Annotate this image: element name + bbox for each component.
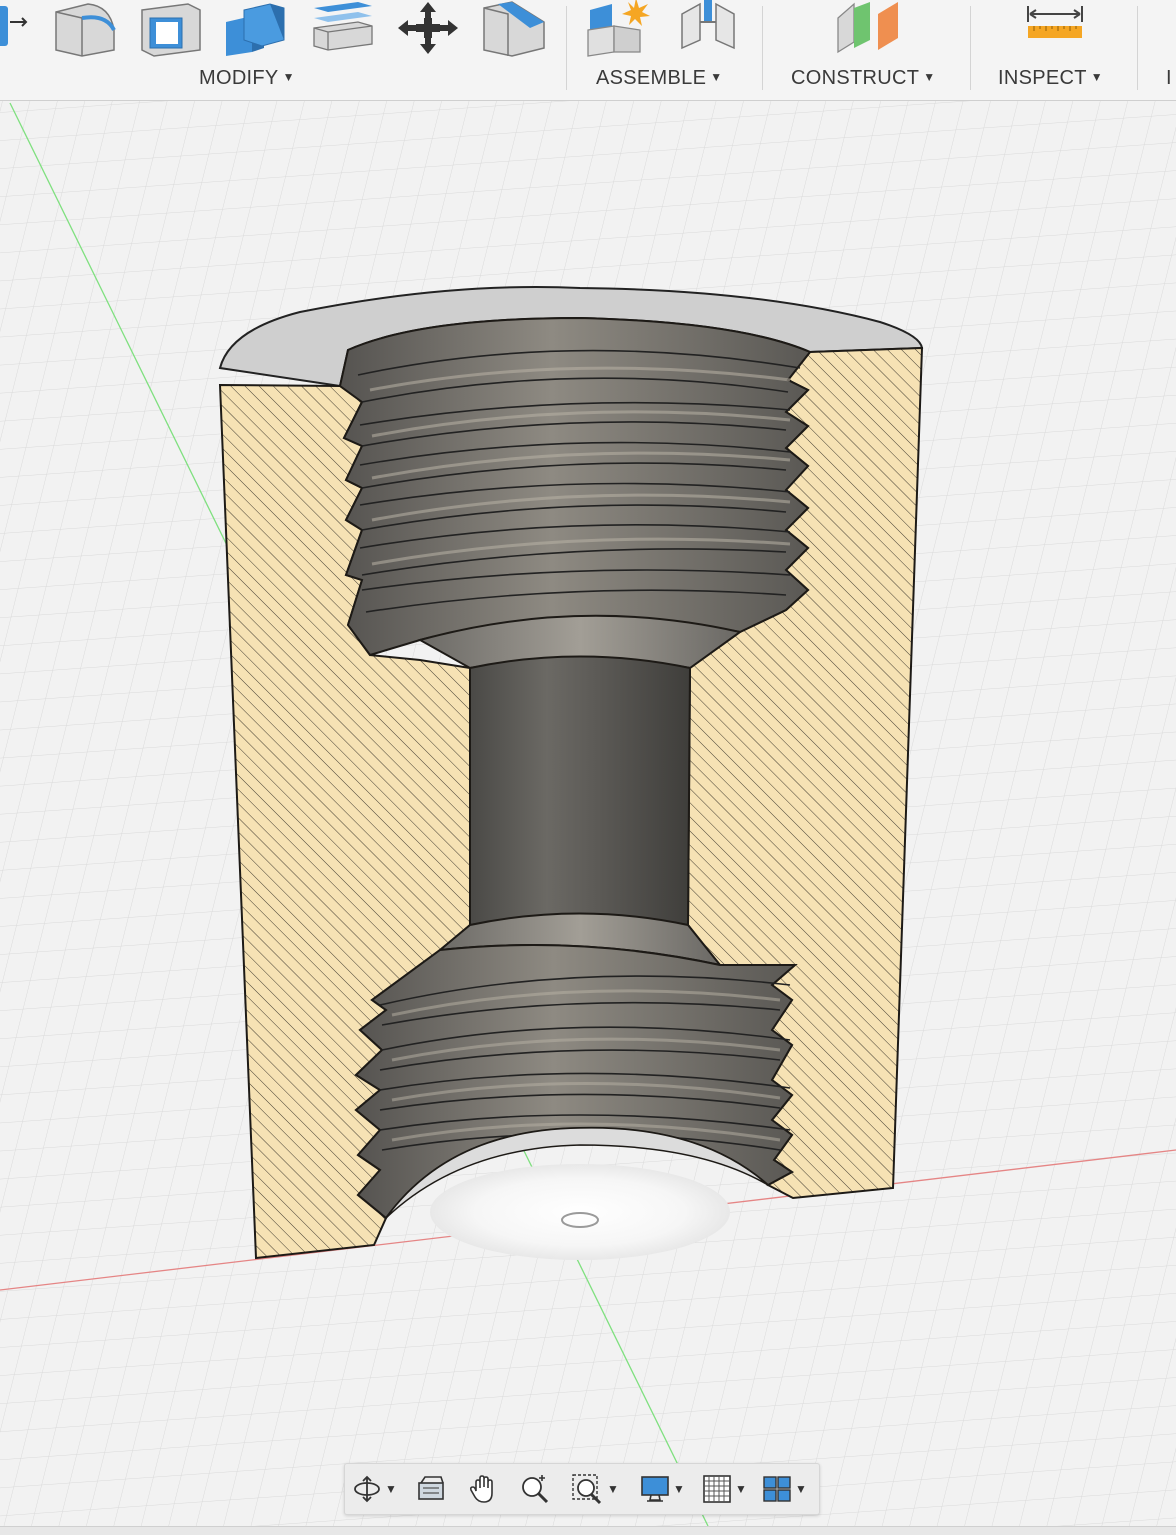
chevron-down-icon: ▼ bbox=[923, 70, 936, 84]
sketch-edge-icon[interactable] bbox=[0, 0, 40, 58]
move-icon[interactable] bbox=[394, 0, 462, 58]
chamfer-icon[interactable] bbox=[478, 0, 550, 58]
display-settings-button[interactable]: ▼ bbox=[639, 1470, 685, 1508]
chevron-down-icon[interactable]: ▼ bbox=[607, 1482, 619, 1496]
center-bore bbox=[469, 655, 692, 927]
chevron-down-icon[interactable]: ▼ bbox=[673, 1482, 685, 1496]
modify-menu[interactable]: MODIFY ▼ bbox=[199, 67, 295, 90]
chevron-down-icon[interactable]: ▼ bbox=[385, 1482, 397, 1496]
look-at-icon bbox=[418, 1476, 444, 1500]
toolbar: MODIFY ▼ ASSEMBLE ▼ CONSTRUCT ▼ INSPECT ▼ bbox=[0, 0, 1176, 101]
zoom-window-button[interactable]: ▼ bbox=[571, 1470, 619, 1508]
orbit-button[interactable]: ▼ bbox=[351, 1470, 397, 1508]
chevron-down-icon: ▼ bbox=[1090, 70, 1103, 84]
toolbar-divider bbox=[1137, 6, 1138, 90]
chevron-down-icon: ▼ bbox=[710, 70, 723, 84]
navigation-bar: ▼ ▼ ▼ ▼ ▼ bbox=[344, 1463, 820, 1515]
display-settings-icon bbox=[641, 1476, 669, 1502]
toolbar-divider bbox=[566, 6, 567, 90]
grid-settings-icon bbox=[703, 1475, 731, 1503]
chevron-down-icon: ▼ bbox=[282, 70, 295, 84]
joint-icon[interactable] bbox=[676, 0, 740, 58]
chevron-down-icon[interactable]: ▼ bbox=[735, 1482, 747, 1496]
pan-button[interactable] bbox=[467, 1470, 499, 1508]
look-at-button[interactable] bbox=[415, 1470, 447, 1508]
combine-icon[interactable] bbox=[222, 0, 292, 58]
orbit-icon bbox=[354, 1475, 380, 1503]
inspect-menu[interactable]: INSPECT ▼ bbox=[998, 67, 1103, 90]
zoom-icon bbox=[522, 1475, 549, 1504]
toolbar-divider bbox=[970, 6, 971, 90]
new-component-icon[interactable] bbox=[584, 0, 656, 58]
shell-icon[interactable] bbox=[136, 0, 204, 58]
offset-face-icon[interactable] bbox=[308, 0, 378, 58]
inspect-menu-label: INSPECT bbox=[998, 67, 1087, 89]
insert-menu-label: I bbox=[1166, 67, 1172, 89]
measure-icon[interactable] bbox=[1022, 0, 1088, 58]
grid-settings-button[interactable]: ▼ bbox=[701, 1470, 747, 1508]
canvas-viewport[interactable] bbox=[0, 101, 1176, 1526]
viewports-icon bbox=[763, 1476, 791, 1502]
zoom-window-icon bbox=[572, 1474, 602, 1505]
fillet-icon[interactable] bbox=[48, 0, 118, 58]
viewports-button[interactable]: ▼ bbox=[761, 1470, 807, 1508]
zoom-button[interactable] bbox=[519, 1470, 551, 1508]
construct-menu[interactable]: CONSTRUCT ▼ bbox=[791, 67, 935, 90]
modify-menu-label: MODIFY bbox=[199, 67, 279, 89]
construct-menu-label: CONSTRUCT bbox=[791, 67, 920, 89]
pan-icon bbox=[469, 1475, 493, 1503]
offset-plane-icon[interactable] bbox=[832, 0, 904, 58]
assemble-menu-label: ASSEMBLE bbox=[596, 67, 707, 89]
chevron-down-icon[interactable]: ▼ bbox=[795, 1482, 807, 1496]
insert-menu[interactable]: I bbox=[1166, 67, 1172, 90]
section-view-scene bbox=[0, 101, 1176, 1526]
assemble-menu[interactable]: ASSEMBLE ▼ bbox=[596, 67, 722, 90]
toolbar-divider bbox=[762, 6, 763, 90]
